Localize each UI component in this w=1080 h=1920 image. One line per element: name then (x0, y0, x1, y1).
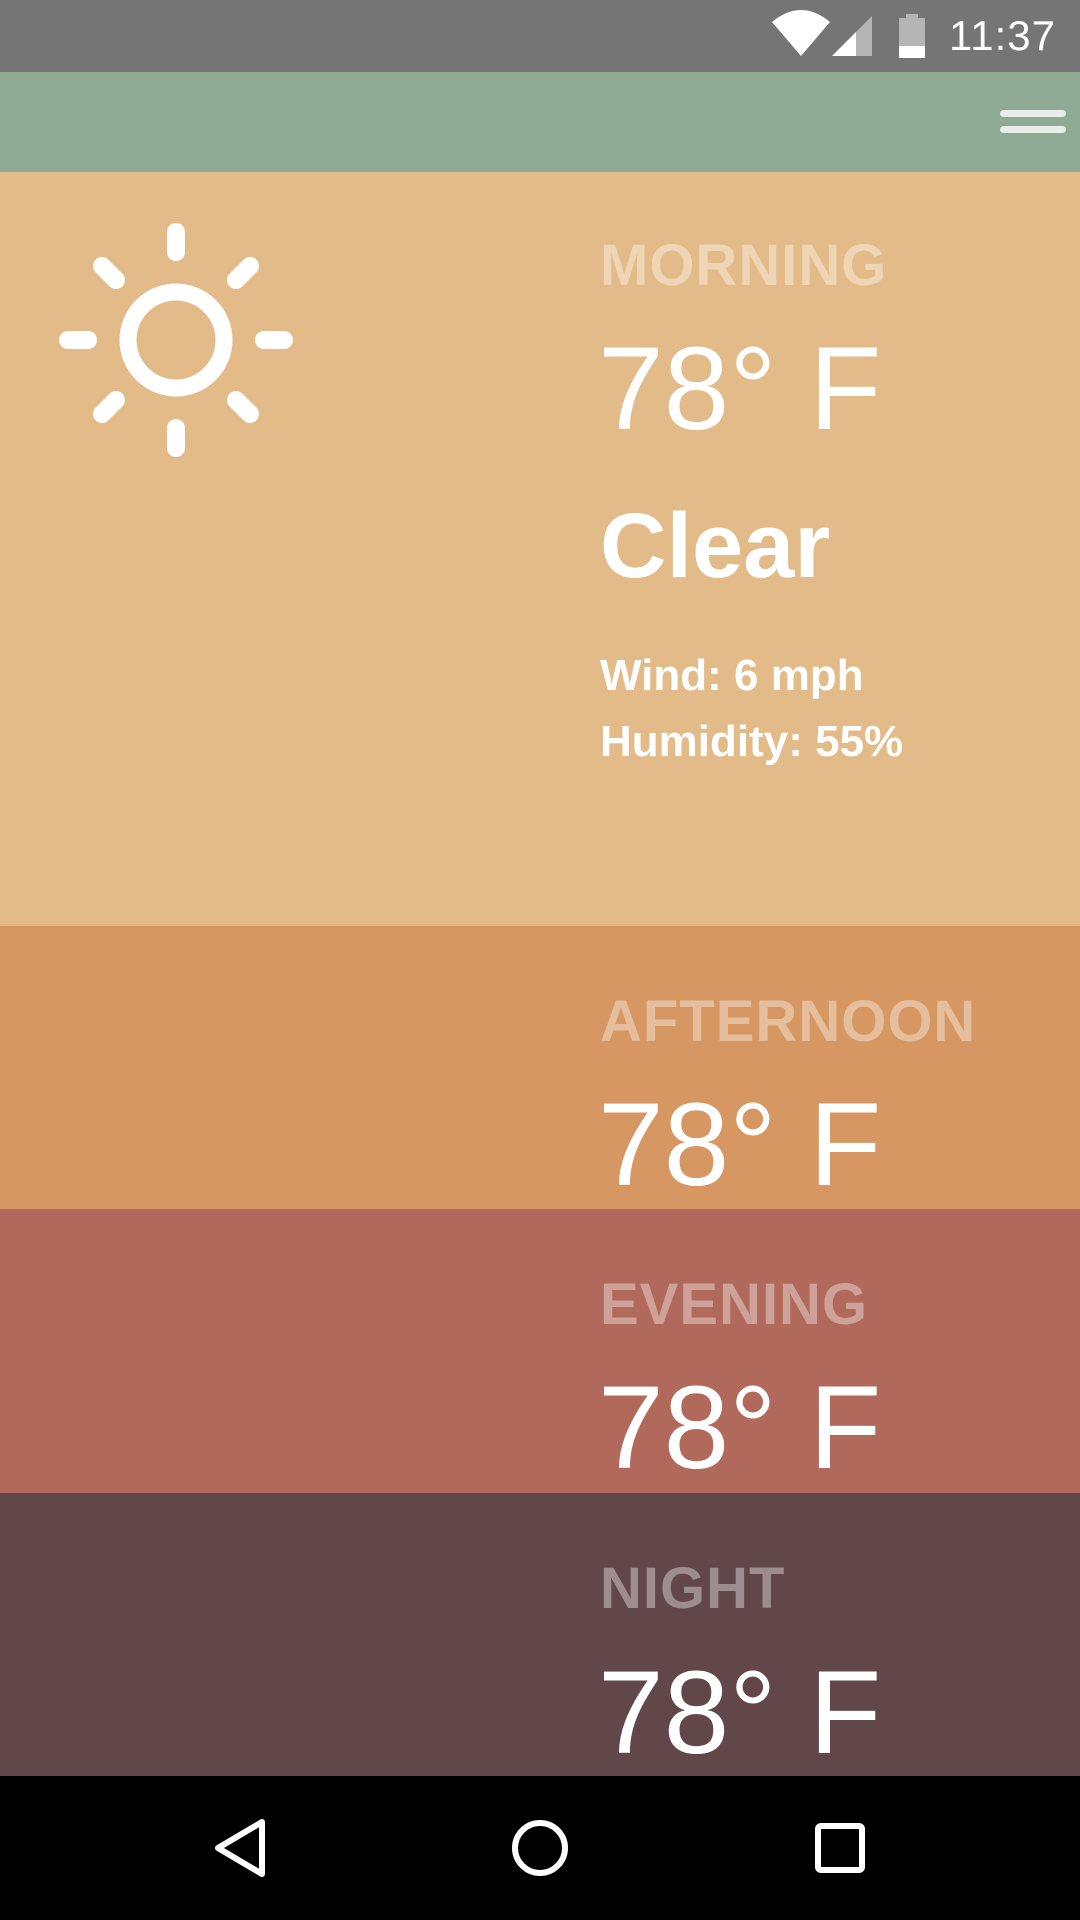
forecast-afternoon[interactable]: AFTERNOON 78° F (0, 926, 1080, 1209)
wind-text: Wind: 6 mph (600, 651, 864, 700)
navigation-bar (0, 1776, 1080, 1920)
status-bar: 11:37 (0, 0, 1080, 72)
humidity-text: Humidity: 55% (600, 717, 904, 766)
period-label: AFTERNOON (600, 989, 977, 1054)
forecast-night[interactable]: NIGHT 78° F (0, 1493, 1080, 1776)
cell-signal-icon (832, 16, 872, 56)
condition: Clear (600, 495, 831, 597)
back-button[interactable] (190, 1798, 290, 1898)
period-label: NIGHT (600, 1556, 786, 1621)
back-icon (215, 1819, 265, 1877)
recents-icon (815, 1823, 865, 1873)
forecast-evening[interactable]: EVENING 78° F (0, 1209, 1080, 1493)
forecast-morning[interactable]: MORNING 78° F Clear Wind: 6 mph Humidity… (0, 172, 1080, 926)
recents-button[interactable] (790, 1798, 890, 1898)
sun-icon (59, 223, 293, 457)
home-icon (512, 1820, 568, 1876)
app-bar (0, 72, 1080, 172)
menu-button[interactable] (988, 86, 1068, 158)
home-button[interactable] (490, 1798, 590, 1898)
battery-icon (899, 14, 925, 58)
period-label: MORNING (600, 233, 888, 298)
status-time: 11:37 (949, 12, 1056, 59)
temperature: 78° F (598, 1079, 882, 1209)
temperature: 78° F (598, 1647, 882, 1776)
temperature: 78° F (598, 1362, 882, 1493)
temperature: 78° F (598, 323, 882, 455)
period-label: EVENING (600, 1272, 869, 1337)
wifi-icon (772, 10, 830, 56)
